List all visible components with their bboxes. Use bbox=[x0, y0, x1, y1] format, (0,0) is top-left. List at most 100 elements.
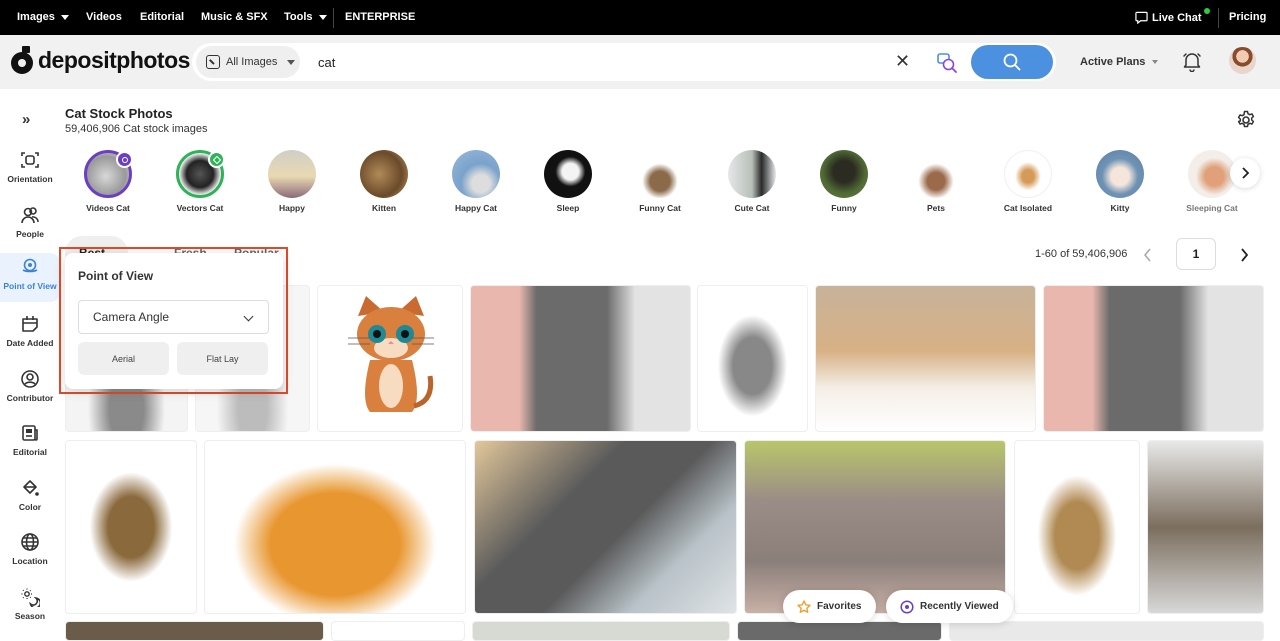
notification-bell-icon[interactable] bbox=[1181, 50, 1203, 72]
nav-tools[interactable]: Tools bbox=[284, 11, 327, 23]
gear-icon[interactable] bbox=[1236, 110, 1256, 130]
popup-title: Point of View bbox=[78, 269, 154, 283]
nav-music-sfx[interactable]: Music & SFX bbox=[201, 11, 268, 23]
clear-search-icon[interactable]: ✕ bbox=[895, 52, 910, 70]
pagination-range: 1-60 of 59,406,906 bbox=[1035, 248, 1128, 260]
category-happy-cat[interactable]: Happy Cat bbox=[430, 150, 522, 213]
sidebar-item-date-added[interactable]: Date Added bbox=[0, 310, 60, 360]
category-cute-cat[interactable]: Cute Cat bbox=[706, 150, 798, 213]
page-title: Cat Stock Photos bbox=[65, 106, 173, 121]
sidebar-item-contributor[interactable]: Contributor bbox=[0, 365, 60, 415]
newspaper-icon bbox=[22, 425, 38, 441]
category-videos-cat[interactable]: Videos Cat bbox=[62, 150, 154, 213]
nav-enterprise[interactable]: ENTERPRISE bbox=[345, 11, 415, 23]
related-categories: Videos Cat Vectors Cat Happy Kitten Happ… bbox=[62, 148, 1280, 218]
pen-icon bbox=[208, 151, 225, 168]
image-tile[interactable] bbox=[949, 621, 1264, 641]
image-tile[interactable] bbox=[65, 621, 324, 641]
sidebar-item-label: Point of View bbox=[3, 281, 57, 291]
category-thumbnail bbox=[176, 150, 225, 198]
image-tile[interactable] bbox=[470, 285, 691, 432]
image-tile[interactable] bbox=[1043, 285, 1264, 432]
sidebar-item-people[interactable]: People bbox=[0, 201, 60, 251]
category-pets[interactable]: Pets bbox=[890, 150, 982, 213]
camera-angle-select[interactable]: Camera Angle bbox=[78, 300, 269, 334]
favorites-button[interactable]: Favorites bbox=[783, 590, 876, 623]
logo-mark-icon bbox=[11, 45, 33, 74]
image-tile[interactable] bbox=[697, 285, 808, 432]
previous-page-icon[interactable] bbox=[1143, 248, 1153, 262]
search-icon bbox=[1003, 53, 1021, 71]
visual-search-icon[interactable] bbox=[936, 52, 958, 74]
sidebar-item-orientation[interactable]: Orientation bbox=[0, 146, 60, 196]
active-plans-dropdown[interactable]: Active Plans bbox=[1080, 56, 1159, 68]
nav-videos[interactable]: Videos bbox=[86, 11, 122, 23]
chevron-down-icon bbox=[318, 14, 327, 20]
image-tile[interactable] bbox=[65, 440, 197, 614]
categories-next-button[interactable] bbox=[1230, 158, 1260, 188]
image-tile[interactable] bbox=[737, 621, 942, 641]
user-avatar[interactable] bbox=[1229, 47, 1256, 74]
sidebar-item-label: People bbox=[16, 229, 44, 239]
sidebar-item-color[interactable]: Color bbox=[0, 474, 60, 524]
category-sleep[interactable]: Sleep bbox=[522, 150, 614, 213]
category-thumbnail bbox=[912, 150, 960, 198]
search-input[interactable] bbox=[318, 51, 878, 73]
expand-sidebar-button[interactable]: » bbox=[22, 111, 30, 128]
sidebar-item-editorial[interactable]: Editorial bbox=[0, 419, 60, 469]
nav-images[interactable]: Images bbox=[17, 11, 69, 23]
category-thumbnail bbox=[360, 150, 408, 198]
flat-lay-option-button[interactable]: Flat Lay bbox=[177, 342, 268, 375]
category-funny[interactable]: Funny bbox=[798, 150, 890, 213]
sidebar-item-season[interactable]: Season bbox=[0, 583, 60, 633]
nav-editorial[interactable]: Editorial bbox=[140, 11, 184, 23]
page-number-input[interactable]: 1 bbox=[1176, 238, 1216, 270]
image-tile[interactable] bbox=[472, 621, 730, 641]
image-tile[interactable] bbox=[815, 285, 1036, 432]
pricing-link[interactable]: Pricing bbox=[1229, 11, 1266, 23]
camera-icon bbox=[116, 151, 133, 168]
select-value: Camera Angle bbox=[93, 310, 170, 324]
next-page-icon[interactable] bbox=[1239, 248, 1249, 262]
chevron-down-icon bbox=[1152, 60, 1159, 64]
live-chat-text: Live Chat bbox=[1152, 11, 1202, 24]
category-label: Sleeping Cat bbox=[1186, 203, 1238, 213]
search-button[interactable] bbox=[971, 45, 1053, 79]
category-label: Cute Cat bbox=[734, 203, 770, 213]
category-kitten[interactable]: Kitten bbox=[338, 150, 430, 213]
filter-sidebar: » Orientation People Point of View Date … bbox=[0, 89, 62, 632]
aerial-option-button[interactable]: Aerial bbox=[78, 342, 169, 375]
category-thumbnail bbox=[728, 150, 776, 198]
image-tile[interactable] bbox=[1147, 440, 1264, 614]
image-tile[interactable] bbox=[204, 440, 466, 614]
category-label: Cat Isolated bbox=[1003, 203, 1053, 213]
image-tile[interactable] bbox=[317, 285, 463, 432]
image-tile[interactable] bbox=[331, 621, 465, 641]
nav-label: Editorial bbox=[140, 11, 185, 23]
category-kitty[interactable]: Kitty bbox=[1074, 150, 1166, 213]
category-label: Sleep bbox=[556, 203, 580, 213]
image-icon bbox=[206, 55, 220, 69]
image-tile[interactable] bbox=[1014, 440, 1140, 614]
logo[interactable]: depositphotos bbox=[11, 45, 190, 74]
search-type-select[interactable]: All Images bbox=[196, 46, 300, 78]
people-icon bbox=[21, 207, 39, 224]
category-happy[interactable]: Happy bbox=[246, 150, 338, 213]
active-plans-label: Active Plans bbox=[1080, 56, 1146, 68]
category-thumbnail bbox=[820, 150, 868, 198]
recently-viewed-label: Recently Viewed bbox=[920, 601, 999, 612]
category-vectors-cat[interactable]: Vectors Cat bbox=[154, 150, 246, 213]
result-count: 59,406,906 Cat stock images bbox=[65, 123, 208, 135]
sidebar-item-location[interactable]: Location bbox=[0, 528, 60, 578]
category-cat-isolated[interactable]: Cat Isolated bbox=[982, 150, 1074, 213]
image-tile[interactable] bbox=[474, 440, 737, 614]
sidebar-item-point-of-view[interactable]: Point of View bbox=[0, 253, 60, 302]
category-label: Funny bbox=[831, 203, 857, 213]
chevron-right-icon bbox=[1242, 167, 1250, 179]
image-tile[interactable] bbox=[744, 440, 1006, 614]
live-chat-link[interactable]: Live Chat bbox=[1135, 7, 1210, 24]
category-thumbnail bbox=[84, 150, 133, 198]
logo-text: depositphotos bbox=[38, 47, 190, 73]
category-funny-cat[interactable]: Funny Cat bbox=[614, 150, 706, 213]
recently-viewed-button[interactable]: Recently Viewed bbox=[886, 590, 1013, 623]
